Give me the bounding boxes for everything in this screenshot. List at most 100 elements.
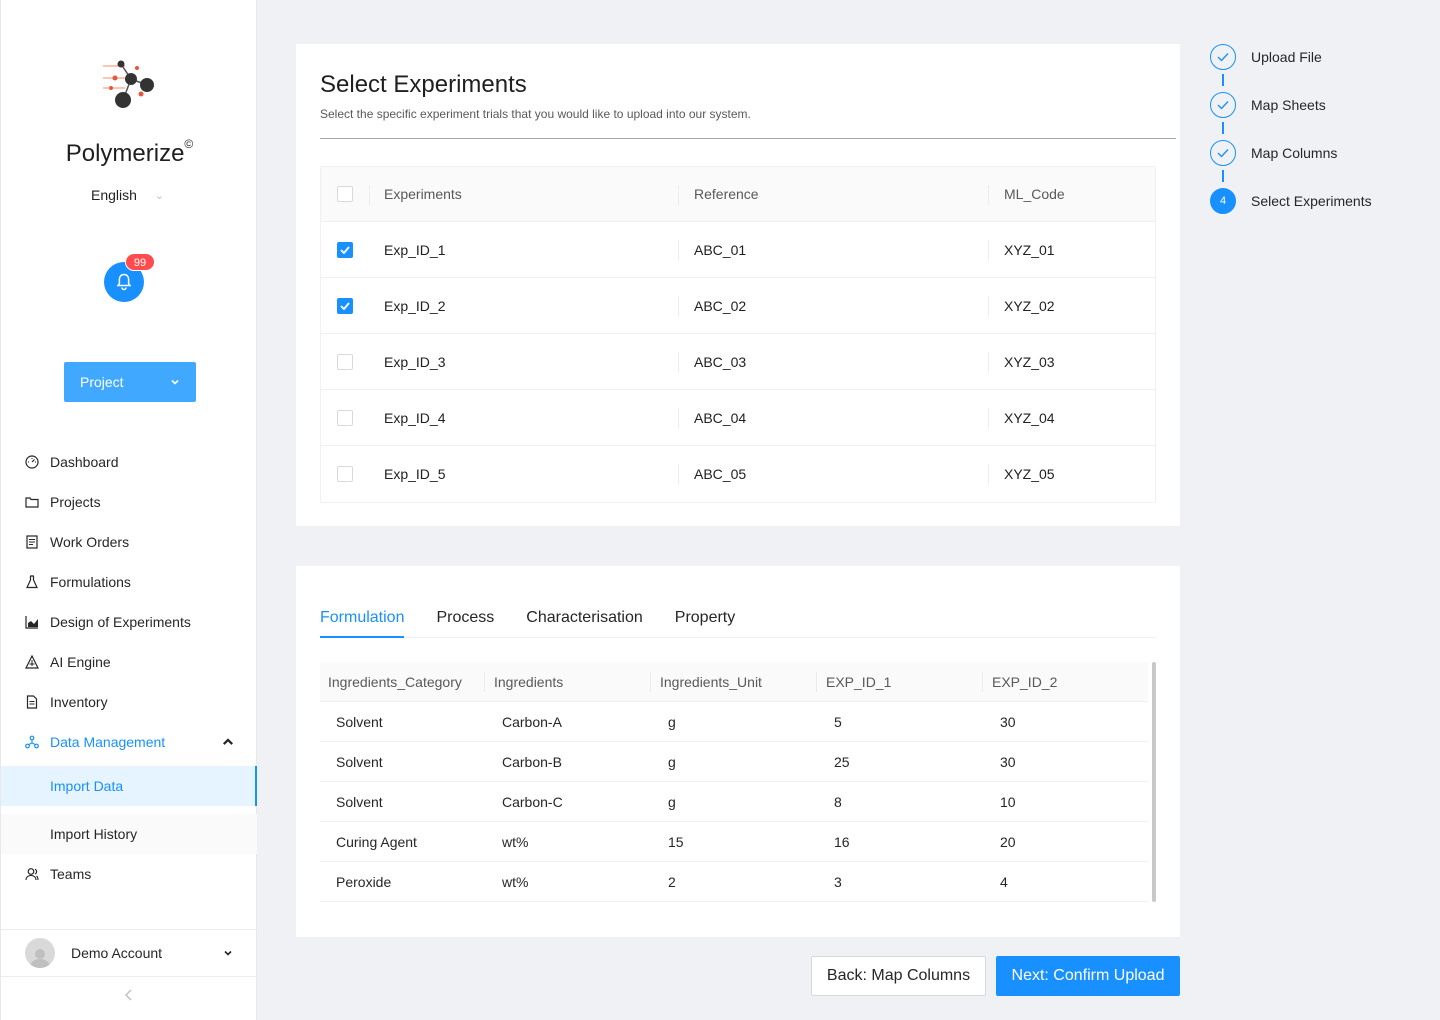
nav-item-data-management[interactable]: Data Management bbox=[1, 722, 257, 762]
language-label: English bbox=[91, 187, 137, 203]
check-icon bbox=[1217, 53, 1229, 62]
table-cell: 30 bbox=[1000, 753, 1016, 770]
step-upload-file: Upload File bbox=[1210, 44, 1322, 70]
chevron-down-icon: ⌄ bbox=[154, 189, 165, 202]
nav-item-teams[interactable]: Teams bbox=[1, 854, 257, 894]
column-header: ML_Code bbox=[1004, 186, 1065, 202]
nav-item-formulations[interactable]: Formulations bbox=[1, 562, 257, 602]
nav-label: Design of Experiments bbox=[50, 614, 191, 630]
table-cell: 10 bbox=[1000, 793, 1016, 810]
table-cell: 2 bbox=[668, 873, 676, 890]
step-number-marker: 4 bbox=[1210, 188, 1236, 214]
column-separator bbox=[988, 296, 989, 316]
reference-cell: ABC_01 bbox=[694, 241, 747, 258]
tab-property[interactable]: Property bbox=[675, 596, 735, 638]
check-icon bbox=[340, 301, 350, 310]
ml-code-cell: XYZ_04 bbox=[1004, 409, 1055, 426]
check-icon bbox=[1217, 101, 1229, 110]
tab-formulation[interactable]: Formulation bbox=[320, 596, 405, 638]
language-select[interactable]: English ⌄ bbox=[91, 187, 164, 203]
sidebar-item-import-data[interactable]: Import Data bbox=[1, 766, 257, 806]
next-confirm-upload-button[interactable]: Next: Confirm Upload bbox=[996, 956, 1180, 996]
page-subtitle: Select the specific experiment trials th… bbox=[320, 107, 751, 121]
table-row[interactable]: Exp_ID_3 ABC_03 XYZ_03 bbox=[321, 334, 1155, 390]
table-cell: wt% bbox=[502, 833, 529, 850]
reference-cell: ABC_04 bbox=[694, 409, 747, 426]
table-cell: Solvent bbox=[336, 753, 383, 770]
row-checkbox[interactable] bbox=[337, 241, 353, 258]
nav-label: Projects bbox=[50, 494, 101, 510]
table-cell: g bbox=[668, 713, 676, 730]
row-checkbox[interactable] bbox=[337, 466, 353, 482]
table-header-row: Experiments Reference ML_Code bbox=[321, 167, 1155, 222]
tab-process[interactable]: Process bbox=[436, 596, 494, 638]
column-separator bbox=[678, 408, 679, 428]
table-cell: 8 bbox=[834, 793, 842, 810]
nav-label: Teams bbox=[50, 866, 92, 882]
table-row: Solvent Carbon-B g 25 30 bbox=[320, 742, 1148, 782]
row-checkbox[interactable] bbox=[337, 409, 353, 426]
nav-label: AI Engine bbox=[50, 654, 111, 670]
back-map-columns-button[interactable]: Back: Map Columns bbox=[811, 956, 986, 996]
main-nav: Dashboard Projects Work Orders Formulati… bbox=[1, 442, 257, 894]
nav-item-projects[interactable]: Projects bbox=[1, 482, 257, 522]
table-cell: Curing Agent bbox=[336, 833, 417, 850]
step-label: Select Experiments bbox=[1251, 193, 1372, 209]
user-icon bbox=[30, 949, 50, 968]
column-separator bbox=[988, 352, 989, 372]
data-preview-card: Formulation Process Characterisation Pro… bbox=[296, 566, 1180, 937]
ml-code-cell: XYZ_05 bbox=[1004, 466, 1055, 482]
flask-icon bbox=[26, 575, 38, 589]
nav-label: Dashboard bbox=[50, 454, 119, 470]
table-cell: Solvent bbox=[336, 713, 383, 730]
chevron-up-icon bbox=[223, 738, 233, 745]
column-separator bbox=[982, 672, 983, 692]
data-management-icon bbox=[25, 735, 39, 749]
table-scrollbar[interactable] bbox=[1152, 662, 1156, 902]
table-row[interactable]: Exp_ID_5 ABC_05 XYZ_05 bbox=[321, 446, 1155, 502]
step-map-sheets: Map Sheets bbox=[1210, 92, 1326, 118]
teams-icon bbox=[25, 868, 39, 881]
step-label: Map Columns bbox=[1251, 145, 1338, 161]
chevron-down-icon bbox=[171, 379, 179, 385]
step-done-marker bbox=[1210, 44, 1236, 70]
account-menu[interactable]: Demo Account bbox=[1, 929, 257, 977]
nav-item-inventory[interactable]: Inventory bbox=[1, 682, 257, 722]
column-separator bbox=[816, 672, 817, 692]
table-row[interactable]: Exp_ID_1 ABC_01 XYZ_01 bbox=[321, 222, 1155, 278]
project-dropdown-button[interactable]: Project bbox=[64, 362, 196, 402]
dashboard-icon bbox=[25, 455, 39, 469]
ai-engine-icon bbox=[25, 655, 39, 669]
formulation-table: Ingredients_Category Ingredients Ingredi… bbox=[320, 662, 1148, 902]
preview-tabs: Formulation Process Characterisation Pro… bbox=[320, 596, 1156, 638]
check-icon bbox=[340, 245, 350, 254]
nav-item-work-orders[interactable]: Work Orders bbox=[1, 522, 257, 562]
chart-icon bbox=[25, 616, 38, 629]
nav-label: Work Orders bbox=[50, 534, 130, 550]
row-checkbox[interactable] bbox=[337, 353, 353, 370]
step-connector bbox=[1222, 122, 1224, 134]
nav-item-design-of-experiments[interactable]: Design of Experiments bbox=[1, 602, 257, 642]
column-header: Ingredients_Unit bbox=[660, 673, 762, 690]
sidebar-item-import-history[interactable]: Import History bbox=[1, 814, 257, 854]
step-label: Upload File bbox=[1251, 49, 1322, 65]
row-checkbox[interactable] bbox=[337, 297, 353, 314]
table-row[interactable]: Exp_ID_2 ABC_02 XYZ_02 bbox=[321, 278, 1155, 334]
tab-characterisation[interactable]: Characterisation bbox=[526, 596, 643, 638]
table-row[interactable]: Exp_ID_4 ABC_04 XYZ_04 bbox=[321, 390, 1155, 446]
column-header: Experiments bbox=[384, 186, 462, 202]
column-separator bbox=[988, 185, 989, 205]
collapse-sidebar-button[interactable] bbox=[1, 988, 257, 1007]
step-connector bbox=[1222, 74, 1224, 86]
experiment-cell: Exp_ID_1 bbox=[384, 241, 446, 258]
table-cell: 4 bbox=[1000, 873, 1008, 890]
nav-item-ai-engine[interactable]: AI Engine bbox=[1, 642, 257, 682]
table-row: Solvent Carbon-A g 5 30 bbox=[320, 702, 1148, 742]
column-header: Ingredients bbox=[494, 673, 564, 690]
table-cell: wt% bbox=[502, 873, 529, 890]
inventory-icon bbox=[26, 695, 38, 709]
nav-item-dashboard[interactable]: Dashboard bbox=[1, 442, 257, 482]
select-all-checkbox[interactable] bbox=[337, 186, 353, 202]
table-cell: 25 bbox=[834, 753, 850, 770]
step-done-marker bbox=[1210, 92, 1236, 118]
